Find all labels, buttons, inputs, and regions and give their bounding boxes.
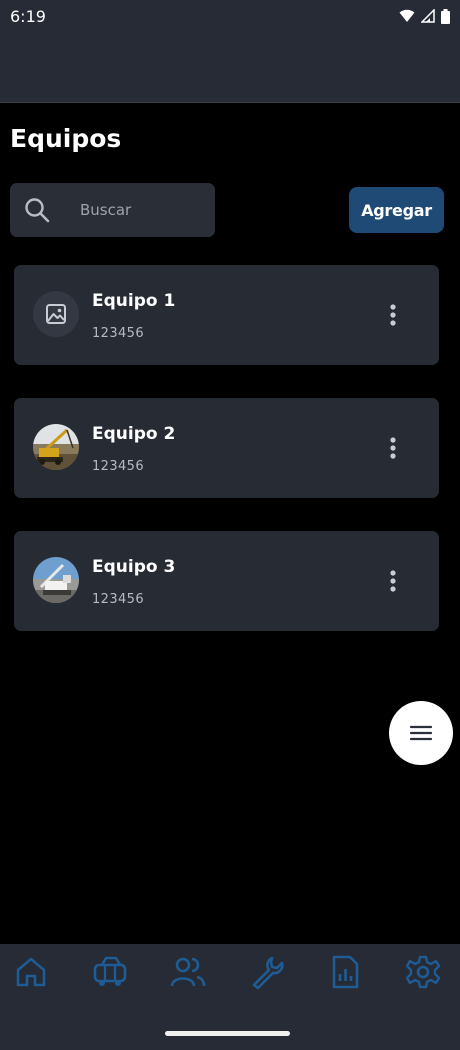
status-bar: 6:19: [0, 0, 460, 32]
equipment-name: Equipo 3: [92, 557, 176, 577]
status-icons: [399, 8, 450, 24]
report-icon[interactable]: [327, 954, 363, 990]
equipment-code: 123456: [92, 592, 145, 607]
equipment-card[interactable]: Equipo 1 123456: [14, 265, 439, 365]
page-title: Equipos: [10, 124, 122, 153]
equipment-code: 123456: [92, 326, 145, 341]
search-input[interactable]: [68, 183, 208, 237]
equipment-name: Equipo 1: [92, 291, 176, 311]
app-bar: [0, 32, 460, 102]
home-icon[interactable]: [13, 954, 49, 990]
equipment-photo: [33, 424, 79, 470]
more-vert-icon[interactable]: [386, 436, 400, 460]
gear-icon[interactable]: [405, 954, 441, 990]
signal-icon: [421, 9, 435, 23]
home-indicator[interactable]: [165, 1031, 290, 1036]
equipment-card[interactable]: Equipo 3 123456: [14, 531, 439, 631]
equipment-card[interactable]: Equipo 2 123456: [14, 398, 439, 498]
equipment-photo: [33, 557, 79, 603]
add-equipment-button[interactable]: Agregar: [349, 187, 444, 233]
status-time: 6:19: [10, 6, 46, 26]
more-vert-icon[interactable]: [386, 569, 400, 593]
wrench-icon[interactable]: [249, 954, 285, 990]
wifi-icon: [399, 9, 415, 22]
menu-icon: [409, 725, 433, 741]
more-vert-icon[interactable]: [386, 303, 400, 327]
image-placeholder-icon: [33, 291, 79, 337]
equipment-code: 123456: [92, 459, 145, 474]
equipment-name: Equipo 2: [92, 424, 176, 444]
menu-fab[interactable]: [389, 701, 453, 765]
divider: [0, 102, 460, 103]
battery-icon: [441, 8, 450, 24]
search-icon: [25, 198, 50, 223]
users-icon[interactable]: [170, 954, 206, 990]
truck-icon[interactable]: [92, 954, 128, 990]
search-box[interactable]: [10, 183, 215, 237]
